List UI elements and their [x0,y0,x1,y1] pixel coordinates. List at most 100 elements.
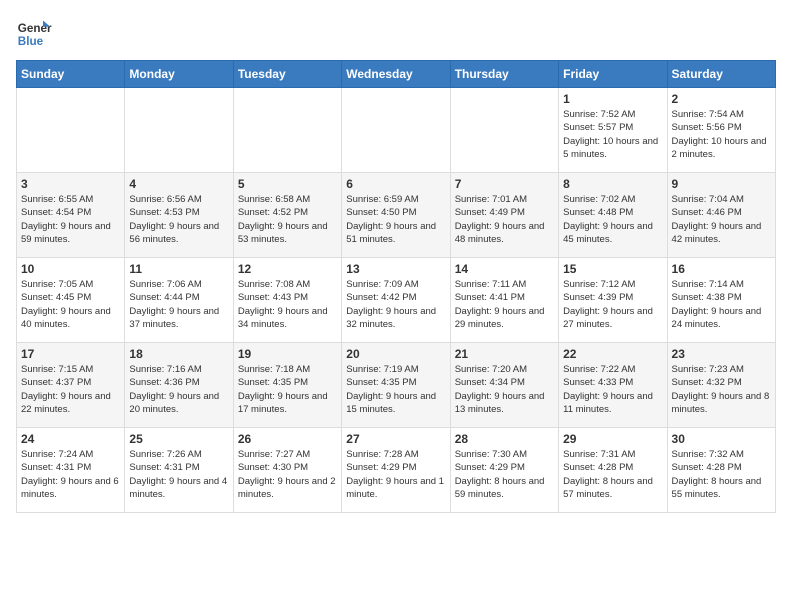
header: General Blue [16,16,776,52]
calendar-cell [450,88,558,173]
day-info: Sunrise: 7:19 AM Sunset: 4:35 PM Dayligh… [346,363,445,416]
calendar-cell: 7 Sunrise: 7:01 AM Sunset: 4:49 PM Daylig… [450,173,558,258]
day-number: 5 [238,177,337,191]
calendar-cell: 27 Sunrise: 7:28 AM Sunset: 4:29 PM Dayli… [342,428,450,513]
calendar-cell: 6 Sunrise: 6:59 AM Sunset: 4:50 PM Daylig… [342,173,450,258]
day-info: Sunrise: 7:05 AM Sunset: 4:45 PM Dayligh… [21,278,120,331]
calendar-cell: 8Sunrise: 7:02 AM Sunset: 4:48 PM Daylig… [559,173,667,258]
day-number: 1 [563,92,662,106]
day-number: 25 [129,432,228,446]
weekday-header: Thursday [450,61,558,88]
calendar-cell: 14 Sunrise: 7:11 AM Sunset: 4:41 PM Dayli… [450,258,558,343]
day-info: Sunrise: 7:06 AM Sunset: 4:44 PM Dayligh… [129,278,228,331]
weekday-header: Sunday [17,61,125,88]
day-number: 28 [455,432,554,446]
day-info: Sunrise: 7:12 AM Sunset: 4:39 PM Dayligh… [563,278,662,331]
day-number: 3 [21,177,120,191]
day-number: 14 [455,262,554,276]
day-info: Sunrise: 7:14 AM Sunset: 4:38 PM Dayligh… [672,278,771,331]
day-number: 10 [21,262,120,276]
day-number: 26 [238,432,337,446]
day-number: 19 [238,347,337,361]
weekday-header: Tuesday [233,61,341,88]
day-info: Sunrise: 7:27 AM Sunset: 4:30 PM Dayligh… [238,448,337,501]
day-number: 7 [455,177,554,191]
day-info: Sunrise: 6:56 AM Sunset: 4:53 PM Dayligh… [129,193,228,246]
svg-text:Blue: Blue [18,35,44,48]
day-info: Sunrise: 7:30 AM Sunset: 4:29 PM Dayligh… [455,448,554,501]
day-info: Sunrise: 7:04 AM Sunset: 4:46 PM Dayligh… [672,193,771,246]
calendar-cell: 19 Sunrise: 7:18 AM Sunset: 4:35 PM Dayli… [233,343,341,428]
day-info: Sunrise: 7:18 AM Sunset: 4:35 PM Dayligh… [238,363,337,416]
calendar-cell: 25 Sunrise: 7:26 AM Sunset: 4:31 PM Dayli… [125,428,233,513]
day-number: 22 [563,347,662,361]
calendar-cell: 20 Sunrise: 7:19 AM Sunset: 4:35 PM Dayli… [342,343,450,428]
weekday-header: Friday [559,61,667,88]
day-number: 6 [346,177,445,191]
calendar-cell [17,88,125,173]
day-info: Sunrise: 7:22 AM Sunset: 4:33 PM Dayligh… [563,363,662,416]
calendar-cell: 26 Sunrise: 7:27 AM Sunset: 4:30 PM Dayli… [233,428,341,513]
day-info: Sunrise: 7:20 AM Sunset: 4:34 PM Dayligh… [455,363,554,416]
day-info: Sunrise: 6:58 AM Sunset: 4:52 PM Dayligh… [238,193,337,246]
day-number: 18 [129,347,228,361]
day-number: 23 [672,347,771,361]
calendar-cell: 22 Sunrise: 7:22 AM Sunset: 4:33 PM Dayli… [559,343,667,428]
day-info: Sunrise: 6:55 AM Sunset: 4:54 PM Dayligh… [21,193,120,246]
day-info: Sunrise: 6:59 AM Sunset: 4:50 PM Dayligh… [346,193,445,246]
day-number: 8 [563,177,662,191]
logo: General Blue [16,16,52,52]
calendar-cell: 30 Sunrise: 7:32 AM Sunset: 4:28 PM Dayli… [667,428,775,513]
calendar-table: SundayMondayTuesdayWednesdayThursdayFrid… [16,60,776,513]
day-info: Sunrise: 7:54 AM Sunset: 5:56 PM Dayligh… [672,108,771,161]
calendar-cell: 2Sunrise: 7:54 AM Sunset: 5:56 PM Daylig… [667,88,775,173]
calendar-cell [125,88,233,173]
calendar-cell: 16 Sunrise: 7:14 AM Sunset: 4:38 PM Dayli… [667,258,775,343]
calendar-cell: 21 Sunrise: 7:20 AM Sunset: 4:34 PM Dayli… [450,343,558,428]
weekday-header: Monday [125,61,233,88]
day-number: 21 [455,347,554,361]
calendar-cell: 13 Sunrise: 7:09 AM Sunset: 4:42 PM Dayli… [342,258,450,343]
calendar-cell: 3 Sunrise: 6:55 AM Sunset: 4:54 PM Daylig… [17,173,125,258]
calendar-cell: 12 Sunrise: 7:08 AM Sunset: 4:43 PM Dayli… [233,258,341,343]
day-info: Sunrise: 7:24 AM Sunset: 4:31 PM Dayligh… [21,448,120,501]
day-info: Sunrise: 7:52 AM Sunset: 5:57 PM Dayligh… [563,108,662,161]
day-number: 4 [129,177,228,191]
calendar-cell: 15 Sunrise: 7:12 AM Sunset: 4:39 PM Dayli… [559,258,667,343]
calendar-cell: 17 Sunrise: 7:15 AM Sunset: 4:37 PM Dayli… [17,343,125,428]
calendar-cell: 28 Sunrise: 7:30 AM Sunset: 4:29 PM Dayli… [450,428,558,513]
day-info: Sunrise: 7:01 AM Sunset: 4:49 PM Dayligh… [455,193,554,246]
day-info: Sunrise: 7:09 AM Sunset: 4:42 PM Dayligh… [346,278,445,331]
day-info: Sunrise: 7:11 AM Sunset: 4:41 PM Dayligh… [455,278,554,331]
day-number: 11 [129,262,228,276]
calendar-cell: 4 Sunrise: 6:56 AM Sunset: 4:53 PM Daylig… [125,173,233,258]
day-info: Sunrise: 7:26 AM Sunset: 4:31 PM Dayligh… [129,448,228,501]
calendar-cell: 29 Sunrise: 7:31 AM Sunset: 4:28 PM Dayli… [559,428,667,513]
calendar-cell: 23 Sunrise: 7:23 AM Sunset: 4:32 PM Dayli… [667,343,775,428]
calendar-cell: 18Sunrise: 7:16 AM Sunset: 4:36 PM Dayli… [125,343,233,428]
day-info: Sunrise: 7:08 AM Sunset: 4:43 PM Dayligh… [238,278,337,331]
day-number: 12 [238,262,337,276]
day-number: 24 [21,432,120,446]
calendar-cell [342,88,450,173]
day-number: 20 [346,347,445,361]
weekday-header: Saturday [667,61,775,88]
day-info: Sunrise: 7:32 AM Sunset: 4:28 PM Dayligh… [672,448,771,501]
day-number: 17 [21,347,120,361]
day-number: 13 [346,262,445,276]
day-info: Sunrise: 7:28 AM Sunset: 4:29 PM Dayligh… [346,448,445,501]
calendar-cell: 1 Sunrise: 7:52 AM Sunset: 5:57 PM Daylig… [559,88,667,173]
day-info: Sunrise: 7:15 AM Sunset: 4:37 PM Dayligh… [21,363,120,416]
calendar-cell: 5 Sunrise: 6:58 AM Sunset: 4:52 PM Daylig… [233,173,341,258]
day-info: Sunrise: 7:31 AM Sunset: 4:28 PM Dayligh… [563,448,662,501]
day-info: Sunrise: 7:23 AM Sunset: 4:32 PM Dayligh… [672,363,771,416]
calendar-cell [233,88,341,173]
calendar-cell: 11 Sunrise: 7:06 AM Sunset: 4:44 PM Dayli… [125,258,233,343]
calendar-cell: 9Sunrise: 7:04 AM Sunset: 4:46 PM Daylig… [667,173,775,258]
day-number: 30 [672,432,771,446]
calendar-cell: 10 Sunrise: 7:05 AM Sunset: 4:45 PM Dayli… [17,258,125,343]
day-number: 27 [346,432,445,446]
day-number: 29 [563,432,662,446]
day-number: 16 [672,262,771,276]
day-number: 15 [563,262,662,276]
